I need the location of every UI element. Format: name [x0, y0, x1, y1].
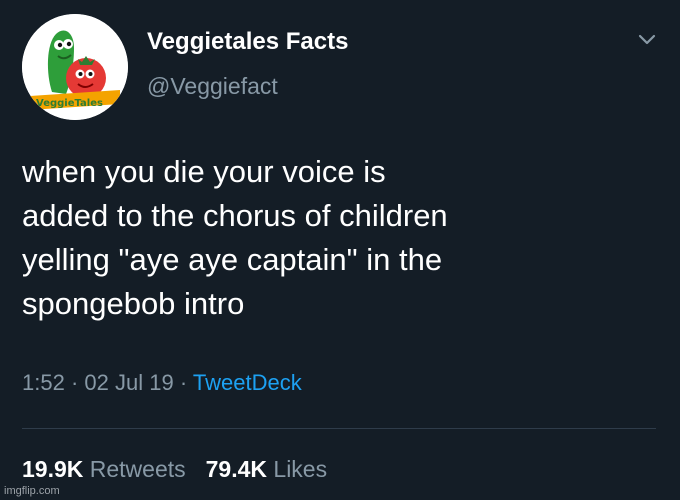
display-name[interactable]: Veggietales Facts [147, 28, 348, 56]
tweet-time[interactable]: 1:52 [22, 370, 65, 395]
chevron-down-icon[interactable] [636, 30, 658, 50]
tweet-text-line: added to the chorus of children [22, 198, 448, 233]
tweet-date[interactable]: 02 Jul 19 [84, 370, 173, 395]
avatar-logo-text: VeggieTales [36, 98, 103, 109]
tweet-stats: 19.9K Retweets 79.4K Likes [22, 456, 327, 483]
divider [22, 428, 656, 429]
meta-separator: · [179, 370, 188, 395]
tweet-metadata: 1:52 · 02 Jul 19 · TweetDeck [22, 370, 302, 396]
user-handle[interactable]: @Veggiefact [147, 73, 278, 100]
tweet-text-line: when you die your voice is [22, 154, 386, 189]
likes-stat[interactable]: 79.4K Likes [206, 456, 327, 482]
tweet-text: when you die your voice is added to the … [22, 150, 662, 326]
retweets-count: 19.9K [22, 456, 84, 482]
veggietales-logo-icon: VeggieTales [22, 14, 128, 120]
watermark: imgflip.com [4, 485, 60, 497]
likes-label: Likes [273, 456, 328, 482]
retweets-label: Retweets [89, 456, 186, 482]
avatar[interactable]: VeggieTales [22, 14, 128, 120]
tweet-card: VeggieTales Veggietales Facts @Veggiefac… [0, 0, 680, 500]
retweets-stat[interactable]: 19.9K Retweets [22, 456, 186, 482]
tweet-text-line: yelling "aye aye captain" in the [22, 242, 443, 277]
tweet-source-link[interactable]: TweetDeck [193, 370, 302, 395]
likes-count: 79.4K [205, 456, 268, 482]
tweet-text-line: spongebob intro [22, 286, 245, 321]
meta-separator: · [70, 370, 79, 395]
